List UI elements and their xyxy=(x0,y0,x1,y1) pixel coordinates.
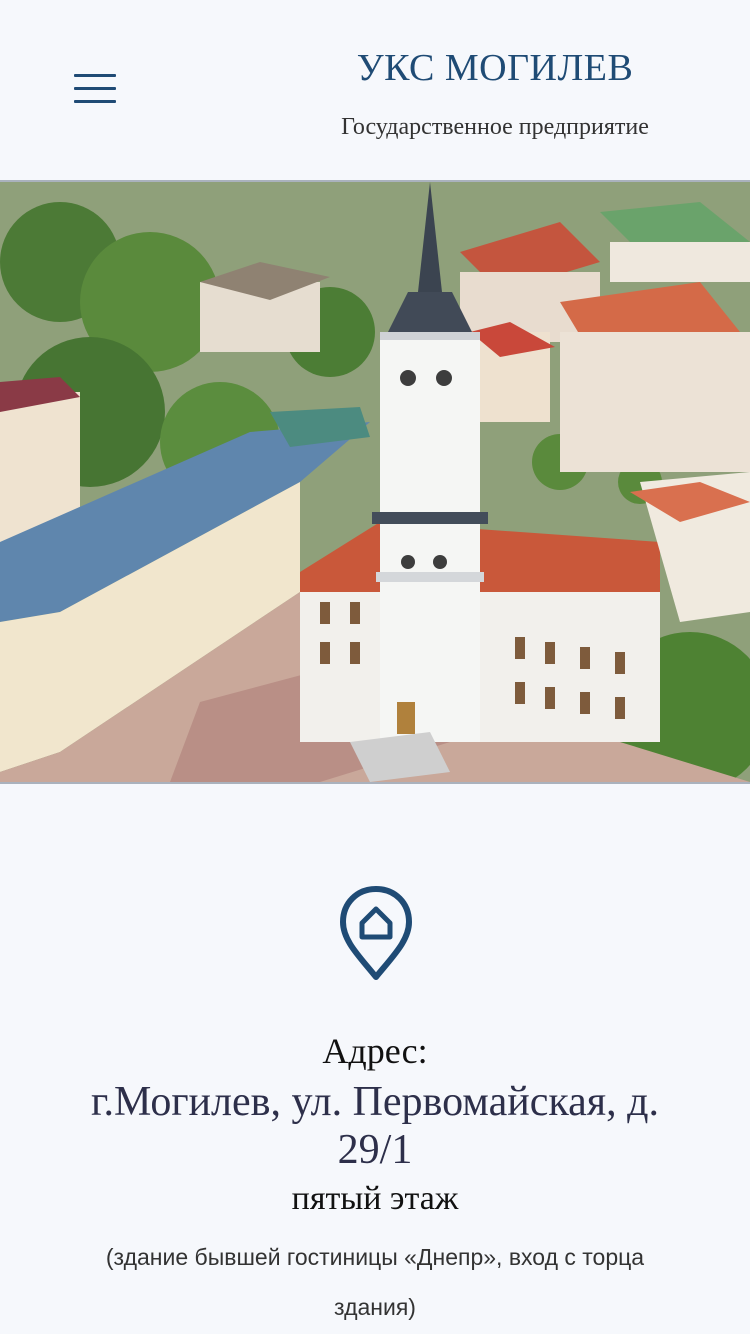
town-hall-photo xyxy=(0,182,750,782)
address-note: (здание бывшей гостиницы «Днепр», вход с… xyxy=(105,1244,645,1320)
menu-bar xyxy=(74,100,116,103)
address-label: Адрес: xyxy=(322,1031,428,1071)
address-line: г.Могилев, ул. Первомайская, д. 29/1 xyxy=(91,1079,659,1173)
address-floor: пятый этаж xyxy=(291,1180,459,1217)
site-title[interactable]: УКС МОГИЛЕВ xyxy=(295,46,695,90)
hamburger-menu-icon[interactable] xyxy=(74,74,116,106)
site-subtitle: Государственное предприятие xyxy=(341,114,649,140)
site-header: УКС МОГИЛЕВ Государственное предприятие xyxy=(0,0,750,180)
menu-bar xyxy=(74,74,116,77)
hero-image xyxy=(0,180,750,784)
menu-bar xyxy=(74,87,116,90)
location-pin-home-icon xyxy=(340,886,412,980)
